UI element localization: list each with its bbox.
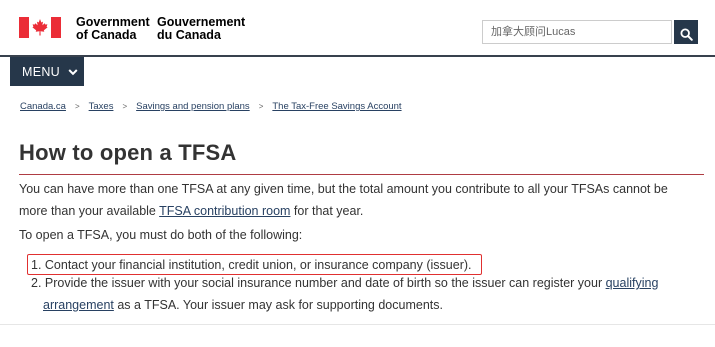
intro-paragraph: You can have more than one TFSA at any g… (19, 182, 668, 218)
breadcrumb-separator: > (74, 102, 80, 111)
qualifying-arrangement-link[interactable]: qualifying (606, 276, 659, 290)
breadcrumb-separator: > (258, 102, 264, 111)
search-input[interactable] (482, 20, 672, 44)
content-divider (0, 324, 715, 325)
step-2: 2. Provide the issuer with your social i… (31, 276, 659, 312)
page-title: How to open a TFSA (19, 140, 237, 165)
breadcrumb: Canada.ca > Taxes > Savings and pension … (20, 101, 402, 112)
signature-french[interactable]: Gouvernement du Canada (157, 16, 245, 42)
breadcrumb-separator: > (122, 102, 128, 111)
breadcrumb-taxes[interactable]: Taxes (89, 101, 114, 112)
chevron-down-icon (68, 68, 78, 75)
site-header: Government of Canada Gouvernement du Can… (0, 0, 715, 56)
breadcrumb-savings-pension[interactable]: Savings and pension plans (136, 101, 250, 112)
breadcrumb-canada-ca[interactable]: Canada.ca (20, 101, 66, 112)
signature-english[interactable]: Government of Canada (76, 16, 150, 42)
canada-flag-icon[interactable] (19, 17, 61, 38)
search-button[interactable] (674, 20, 698, 44)
tfsa-contribution-room-link[interactable]: TFSA contribution room (159, 204, 290, 218)
breadcrumb-tfsa[interactable]: The Tax-Free Savings Account (272, 101, 401, 112)
search-icon (679, 28, 693, 41)
qualifying-arrangement-link-cont[interactable]: arrangement (43, 298, 114, 312)
header-divider (0, 55, 715, 57)
title-underline (19, 174, 704, 175)
menu-button[interactable]: MENU (10, 57, 84, 86)
steps-intro: To open a TFSA, you must do both of the … (19, 228, 303, 242)
menu-label: MENU (22, 64, 61, 79)
